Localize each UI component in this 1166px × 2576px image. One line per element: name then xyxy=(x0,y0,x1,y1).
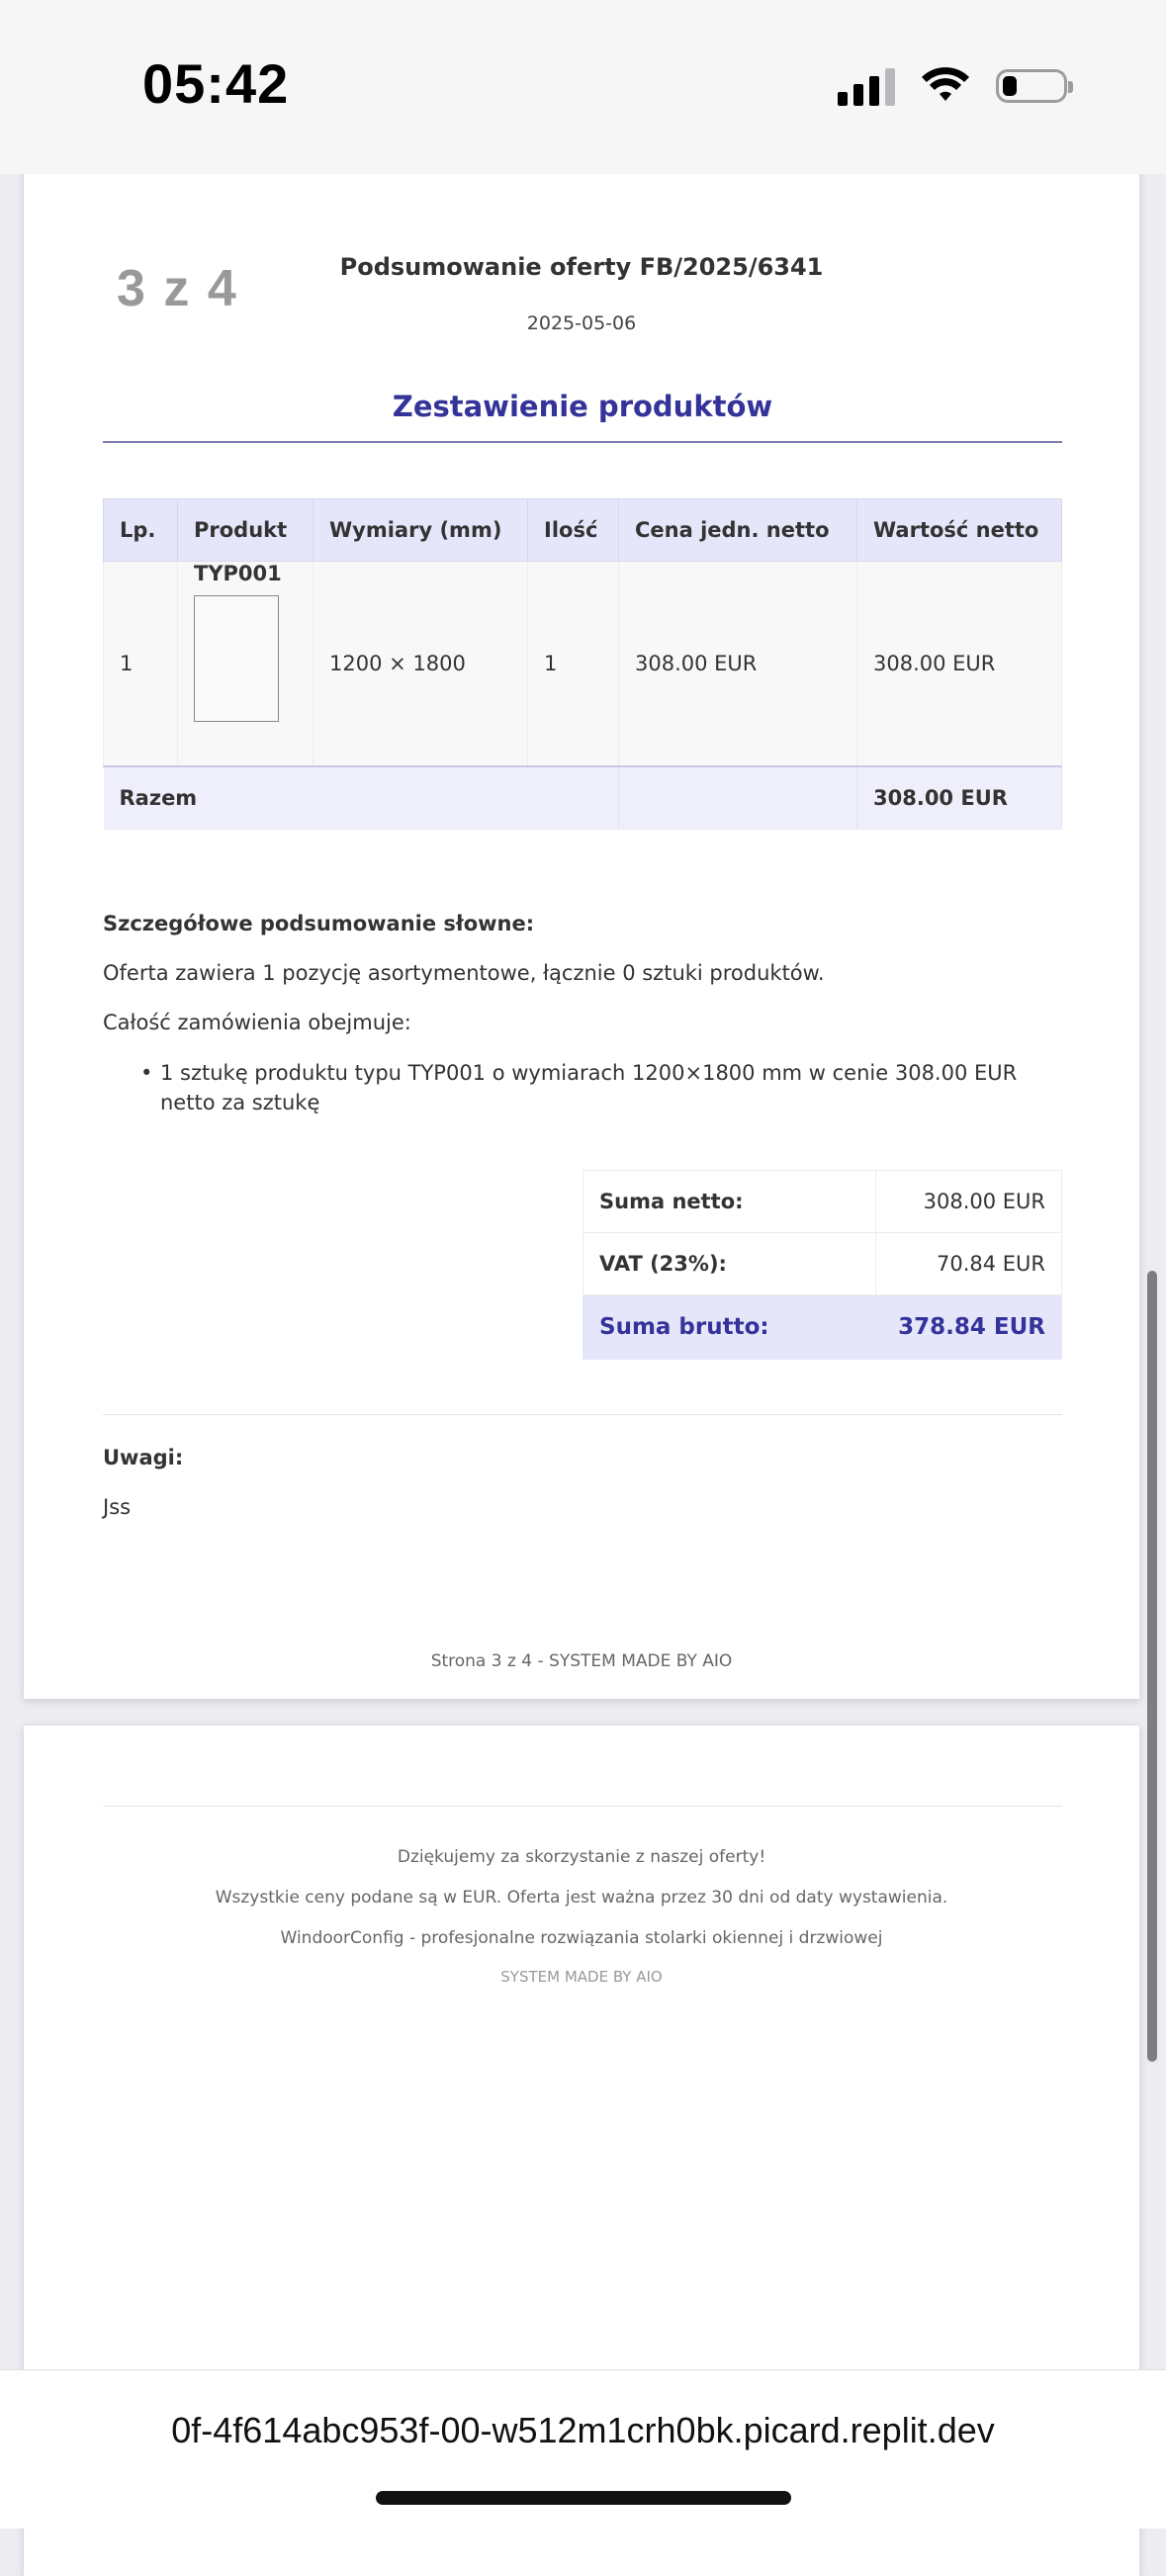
products-table: Lp. Produkt Wymiary (mm) Ilość Cena jedn… xyxy=(103,498,1062,830)
column-header-unit-price: Cena jedn. netto xyxy=(618,498,857,562)
total-empty-cell xyxy=(618,765,857,830)
column-header-lp: Lp. xyxy=(103,498,178,562)
wifi-icon xyxy=(922,67,969,101)
cell-quantity: 1 xyxy=(527,561,619,767)
offer-page-3: 3 z 4 Podsumowanie oferty FB/2025/6341 2… xyxy=(24,148,1139,1699)
thanks-text: Dziękujemy za skorzystanie z naszej ofer… xyxy=(397,1847,766,1867)
vat-row: VAT (23%): 70.84 EUR xyxy=(583,1232,1062,1295)
status-time: 05:42 xyxy=(142,52,290,115)
status-icons xyxy=(838,61,1073,111)
gross-sum-label: Suma brutto: xyxy=(583,1294,876,1360)
gross-sum-row: Suma brutto: 378.84 EUR xyxy=(583,1294,1062,1360)
totals-table: Suma netto: 308.00 EUR VAT (23%): 70.84 … xyxy=(583,1170,1062,1360)
offer-title: Podsumowanie oferty FB/2025/6341 xyxy=(339,253,824,281)
net-sum-label: Suma netto: xyxy=(583,1170,876,1233)
page-footer: Strona 3 z 4 - SYSTEM MADE BY AIO xyxy=(430,1651,733,1671)
browser-url-bar[interactable]: 0f-4f614abc953f-00-w512m1crh0bk.picard.r… xyxy=(0,2369,1166,2529)
gross-sum-value: 378.84 EUR xyxy=(875,1294,1062,1360)
home-indicator[interactable] xyxy=(376,2491,791,2505)
cell-net-value: 308.00 EUR xyxy=(856,561,1062,767)
section-rule xyxy=(103,441,1062,443)
cell-lp: 1 xyxy=(103,561,178,767)
notes-text: Jss xyxy=(103,1495,132,1519)
cell-dimensions: 1200 × 1800 xyxy=(313,561,528,767)
notes-divider xyxy=(103,1414,1062,1415)
section-heading: Zestawienie produktów xyxy=(392,390,773,423)
vat-label: VAT (23%): xyxy=(583,1232,876,1295)
product-code: TYP001 xyxy=(194,562,282,585)
cell-product: TYP001 xyxy=(177,561,314,767)
table-row: 1 TYP001 1200 × 1800 1 308.00 EUR 308.00… xyxy=(103,561,1062,767)
vat-value: 70.84 EUR xyxy=(875,1232,1062,1295)
url-text[interactable]: 0f-4f614abc953f-00-w512m1crh0bk.picard.r… xyxy=(0,2410,1166,2451)
summary-line-1: Oferta zawiera 1 pozycję asortymentowe, … xyxy=(103,961,825,985)
status-bar: 05:42 xyxy=(0,0,1166,174)
column-header-quantity: Ilość xyxy=(527,498,619,562)
prices-note: Wszystkie ceny podane są w EUR. Oferta j… xyxy=(215,1888,948,1908)
column-header-product: Produkt xyxy=(177,498,314,562)
list-item: 1 sztukę produktu typu TYP001 o wymiarac… xyxy=(140,1058,1070,1117)
footer-divider xyxy=(103,1806,1062,1807)
notes-heading: Uwagi: xyxy=(103,1446,184,1469)
company-text: WindoorConfig - profesjonalne rozwiązani… xyxy=(280,1928,883,1948)
summary-heading: Szczegółowe podsumowanie słowne: xyxy=(103,912,535,935)
total-label: Razem xyxy=(103,765,619,830)
cell-unit-price: 308.00 EUR xyxy=(618,561,857,767)
table-header-row: Lp. Produkt Wymiary (mm) Ilość Cena jedn… xyxy=(103,498,1062,562)
total-value: 308.00 EUR xyxy=(856,765,1062,830)
product-thumbnail xyxy=(194,595,279,722)
net-sum-row: Suma netto: 308.00 EUR xyxy=(583,1170,1062,1233)
net-sum-value: 308.00 EUR xyxy=(875,1170,1062,1233)
scrollbar[interactable] xyxy=(1147,1271,1157,2062)
offer-date: 2025-05-06 xyxy=(526,312,637,334)
total-row: Razem 308.00 EUR xyxy=(103,765,1062,830)
summary-line-2: Całość zamówienia obejmuje: xyxy=(103,1011,411,1034)
made-by-text: SYSTEM MADE BY AIO xyxy=(500,1968,663,1986)
battery-icon xyxy=(996,69,1073,103)
column-header-dimensions: Wymiary (mm) xyxy=(313,498,528,562)
cellular-signal-icon xyxy=(838,66,895,106)
summary-list: 1 sztukę produktu typu TYP001 o wymiarac… xyxy=(140,1058,1070,1117)
column-header-net-value: Wartość netto xyxy=(856,498,1062,562)
